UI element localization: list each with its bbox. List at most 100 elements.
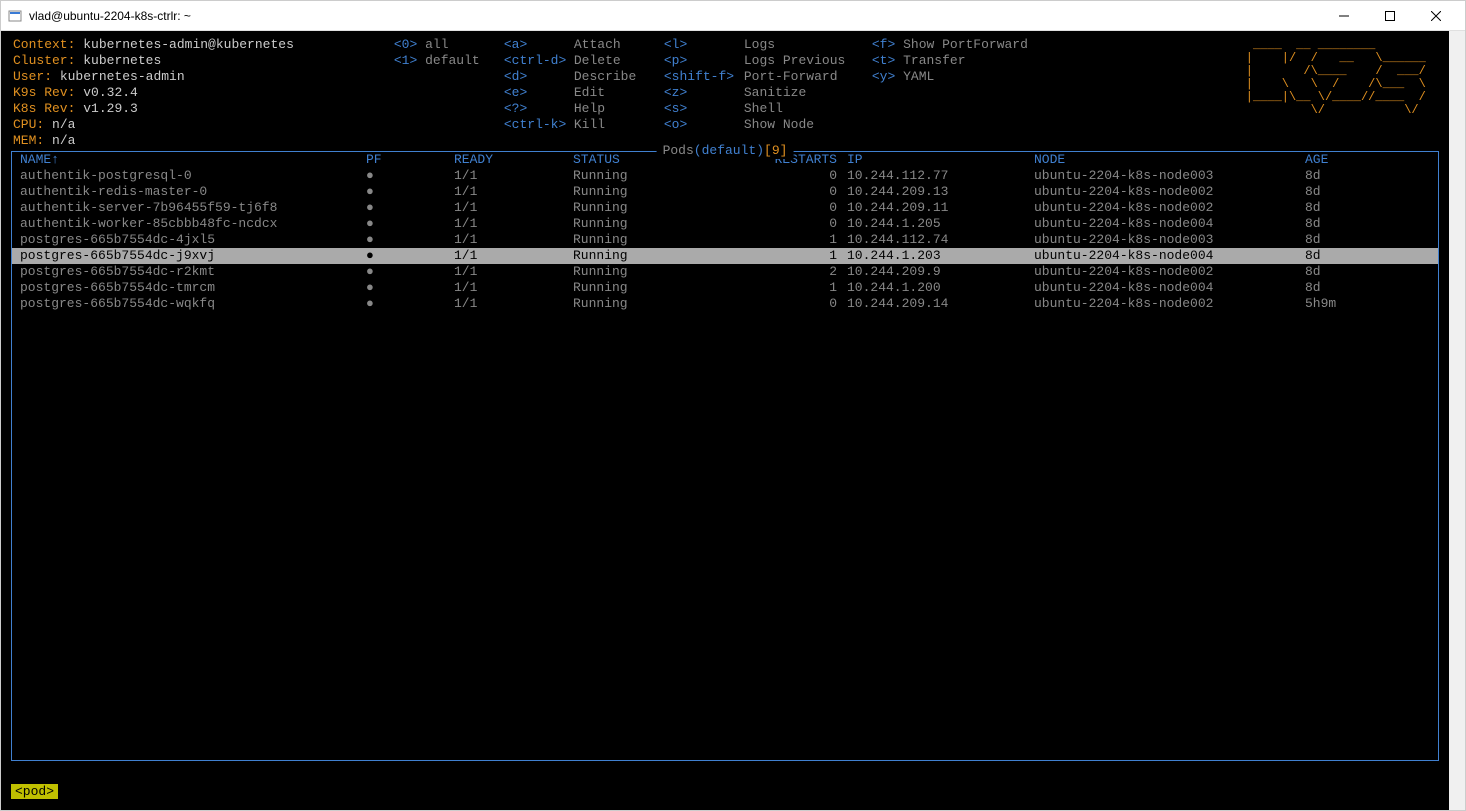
pods-table[interactable]: NAME↑ PF READY STATUS RESTARTS IP NODE A… (12, 152, 1438, 312)
title-pods: Pods (663, 143, 694, 158)
cmd-label: Shell (744, 101, 872, 117)
table-row[interactable]: authentik-redis-master-0●1/1Running010.2… (12, 184, 1438, 200)
cell-pf: ● (362, 184, 450, 200)
cell-age: 8d (1301, 232, 1438, 248)
cell-ready: 1/1 (450, 184, 569, 200)
minimize-button[interactable] (1321, 1, 1367, 31)
cell-ip: 10.244.112.77 (841, 168, 1030, 184)
col-ip[interactable]: IP (841, 152, 1030, 168)
col-age[interactable]: AGE (1301, 152, 1438, 168)
cmd-hint: <f> Show PortForward (872, 37, 1028, 53)
cmd-label: Port-Forward (744, 69, 872, 85)
cmd-label: Edit (574, 85, 664, 101)
title-count: [9] (764, 143, 787, 158)
cell-status: Running (569, 216, 769, 232)
table-row[interactable]: postgres-665b7554dc-tmrcm●1/1Running110.… (12, 280, 1438, 296)
cell-pf: ● (362, 200, 450, 216)
cluster-label: Cluster: (13, 53, 75, 68)
cell-ready: 1/1 (450, 280, 569, 296)
cell-restarts: 1 (769, 248, 841, 264)
cmd-hint: <t> Transfer (872, 53, 1028, 69)
cmd-label: Logs (744, 37, 872, 53)
cell-restarts: 0 (769, 200, 841, 216)
cell-age: 8d (1301, 248, 1438, 264)
breadcrumb: <pod> (11, 784, 58, 800)
cell-ip: 10.244.112.74 (841, 232, 1030, 248)
close-button[interactable] (1413, 1, 1459, 31)
cell-ready: 1/1 (450, 216, 569, 232)
terminal[interactable]: Context: kubernetes-admin@kubernetes Clu… (1, 31, 1465, 810)
maximize-button[interactable] (1367, 1, 1413, 31)
cmd-hint: <d> (504, 69, 574, 85)
pods-panel: Pods(default)[9] NAME↑ PF READY STATUS R… (11, 151, 1439, 761)
table-row[interactable]: postgres-665b7554dc-wqkfq●1/1Running010.… (12, 296, 1438, 312)
cell-restarts: 1 (769, 232, 841, 248)
cell-pf: ● (362, 216, 450, 232)
col-ready[interactable]: READY (450, 152, 569, 168)
mem-label: MEM: (13, 133, 44, 148)
cell-pf: ● (362, 280, 450, 296)
cmd-hint: <y> YAML (872, 69, 1028, 85)
cmd-hint: <e> (504, 85, 574, 101)
cmd-hint: <o> (664, 117, 744, 133)
cell-restarts: 0 (769, 184, 841, 200)
cell-status: Running (569, 200, 769, 216)
cmd-hint: <0> all (394, 37, 504, 53)
command-hints: <0> all<1> default <a> <ctrl-d> <d> <e> … (394, 37, 1028, 133)
table-row[interactable]: postgres-665b7554dc-j9xvj●1/1Running110.… (12, 248, 1438, 264)
title-namespace: (default) (694, 143, 764, 158)
cell-node: ubuntu-2204-k8s-node003 (1030, 232, 1301, 248)
scrollbar[interactable] (1449, 31, 1465, 810)
user-label: User: (13, 69, 52, 84)
cell-status: Running (569, 248, 769, 264)
cell-node: ubuntu-2204-k8s-node003 (1030, 168, 1301, 184)
table-row[interactable]: authentik-worker-85cbbb48fc-ncdcx●1/1Run… (12, 216, 1438, 232)
table-row[interactable]: authentik-postgresql-0●1/1Running010.244… (12, 168, 1438, 184)
cell-restarts: 2 (769, 264, 841, 280)
cell-ready: 1/1 (450, 168, 569, 184)
col-name[interactable]: NAME↑ (12, 152, 362, 168)
col-pf[interactable]: PF (362, 152, 450, 168)
header-area: Context: kubernetes-admin@kubernetes Clu… (5, 35, 1445, 149)
cell-age: 8d (1301, 168, 1438, 184)
cell-name: authentik-postgresql-0 (12, 168, 362, 184)
cmd-label: Show Node (744, 117, 872, 133)
table-row[interactable]: postgres-665b7554dc-r2kmt●1/1Running210.… (12, 264, 1438, 280)
cell-ip: 10.244.1.203 (841, 248, 1030, 264)
cell-status: Running (569, 168, 769, 184)
cmd-label: Help (574, 101, 664, 117)
cell-node: ubuntu-2204-k8s-node002 (1030, 264, 1301, 280)
cmd-hint: <shift-f> (664, 69, 744, 85)
col-node[interactable]: NODE (1030, 152, 1301, 168)
cell-age: 5h9m (1301, 296, 1438, 312)
cell-node: ubuntu-2204-k8s-node002 (1030, 184, 1301, 200)
k8s-label: K8s Rev: (13, 101, 75, 116)
crumb-pod[interactable]: <pod> (11, 784, 58, 799)
cell-age: 8d (1301, 216, 1438, 232)
cell-name: postgres-665b7554dc-4jxl5 (12, 232, 362, 248)
cell-status: Running (569, 184, 769, 200)
cell-pf: ● (362, 168, 450, 184)
k9s-logo: ____ __ ________ | |/ / __ \______ | /\_… (1246, 39, 1433, 117)
cell-ready: 1/1 (450, 296, 569, 312)
cell-restarts: 0 (769, 168, 841, 184)
cell-ready: 1/1 (450, 264, 569, 280)
cell-age: 8d (1301, 200, 1438, 216)
cmd-hint: <ctrl-d> (504, 53, 574, 69)
table-row[interactable]: authentik-server-7b96455f59-tj6f8●1/1Run… (12, 200, 1438, 216)
cmd-label: Sanitize (744, 85, 872, 101)
cell-ip: 10.244.209.11 (841, 200, 1030, 216)
cell-age: 8d (1301, 184, 1438, 200)
cell-name: authentik-worker-85cbbb48fc-ncdcx (12, 216, 362, 232)
titlebar[interactable]: vlad@ubuntu-2204-k8s-ctrlr: ~ (1, 1, 1465, 31)
cmd-hint: <l> (664, 37, 744, 53)
cell-name: postgres-665b7554dc-r2kmt (12, 264, 362, 280)
cell-ip: 10.244.1.200 (841, 280, 1030, 296)
k8s-value: v1.29.3 (83, 101, 138, 116)
table-row[interactable]: postgres-665b7554dc-4jxl5●1/1Running110.… (12, 232, 1438, 248)
cmd-hint: <s> (664, 101, 744, 117)
cpu-label: CPU: (13, 117, 44, 132)
cmd-label: Attach (574, 37, 664, 53)
cell-name: authentik-server-7b96455f59-tj6f8 (12, 200, 362, 216)
cpu-value: n/a (52, 117, 75, 132)
